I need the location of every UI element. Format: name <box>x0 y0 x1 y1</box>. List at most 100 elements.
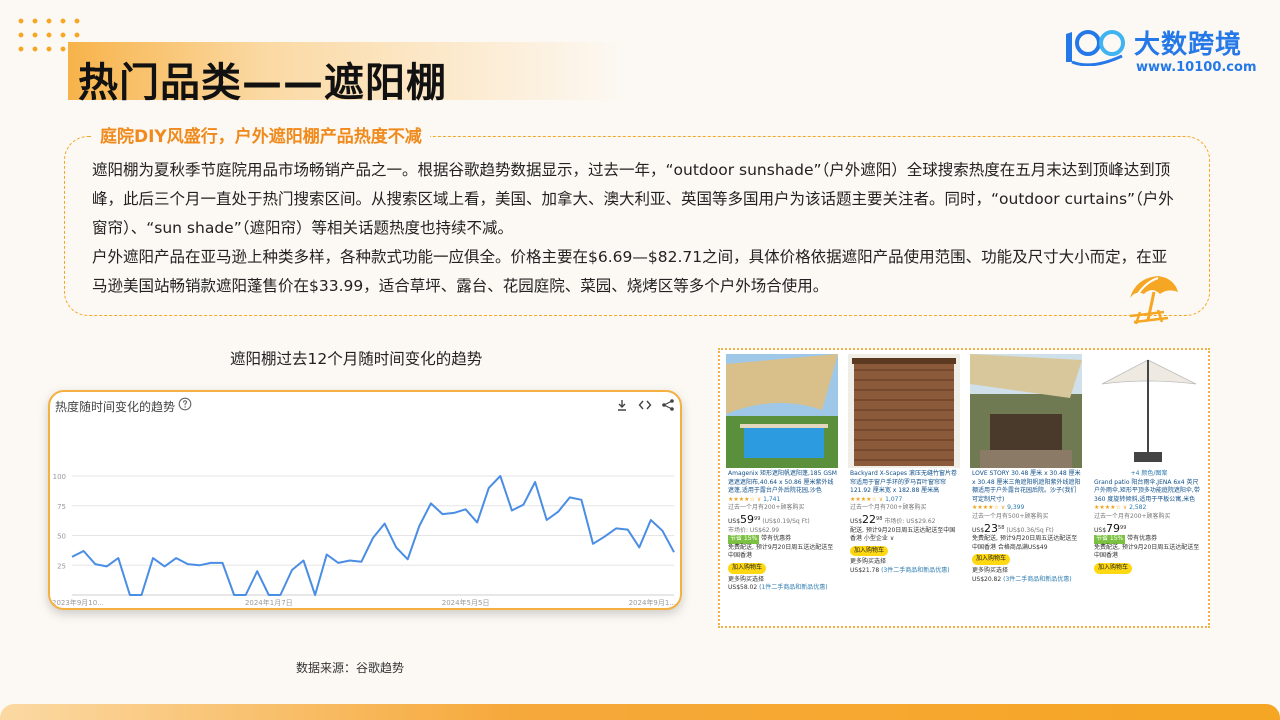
trend-point <box>499 475 501 477</box>
footer-bar <box>0 704 1280 720</box>
product-price: US$5999 (US$0.19/Sq Ft) <box>728 512 810 526</box>
trend-point <box>187 563 189 565</box>
product-card[interactable]: +4 颜色/图案 Grand patio 阳台雨伞,JENA 6x4 英尺户外雨… <box>1088 354 1206 626</box>
review-count[interactable]: 9,399 <box>1007 504 1024 511</box>
help-icon[interactable] <box>178 397 192 411</box>
trend-point <box>580 499 582 501</box>
product-title[interactable]: LOVE STORY 30.48 厘米 x 30.48 厘米 x 30.48 厘… <box>972 470 1082 504</box>
add-to-cart-button[interactable]: 加入购物车 <box>972 554 1011 565</box>
more-price: US$21.78 <box>850 566 880 574</box>
trend-point <box>638 546 640 548</box>
add-to-cart-button[interactable]: 加入购物车 <box>850 545 889 557</box>
deal-note: 带有优惠券 <box>761 535 792 543</box>
trend-point <box>418 525 420 527</box>
product-title[interactable]: Grand patio 阳台雨伞,JENA 6x4 英尺户外雨伞,矩形平顶多功能… <box>1094 479 1204 505</box>
logo-name: 大数跨境 <box>1134 30 1243 60</box>
embed-code-icon[interactable] <box>638 398 652 412</box>
product-image-patio-sail <box>970 354 1082 468</box>
trend-point <box>302 559 304 561</box>
trend-point <box>383 522 385 524</box>
add-to-cart-button[interactable]: 加入购物车 <box>728 562 767 574</box>
product-title[interactable]: Amagenix 矩形遮阳帆遮阳蓬,185 GSM 遮遮遮阳布,40.64 x … <box>728 470 838 496</box>
product-price: US$2358 (US$0.36/Sq Ft) <box>972 521 1054 535</box>
trend-point <box>221 562 223 564</box>
bought-info: 过去一个月有500+顾客购买 <box>972 512 1049 520</box>
bought-info: 过去一个月有200+顾客购买 <box>1094 512 1171 520</box>
trend-point <box>569 496 571 498</box>
trend-point <box>106 565 108 567</box>
brand-logo: 大数跨境 www.10100.com <box>1062 24 1262 80</box>
trend-point <box>441 513 443 515</box>
delivery-info: 免费配送, 预计9月20日周五送达配送至中国香港 <box>1094 543 1200 560</box>
data-source: 数据来源：谷歌趋势 <box>296 661 405 675</box>
rating-stars[interactable]: ★★★★☆ ∨ <box>1094 504 1127 511</box>
review-count[interactable]: 1,077 <box>885 496 902 503</box>
logo-url: www.10100.com <box>1136 60 1257 75</box>
share-icon[interactable] <box>661 398 675 412</box>
trend-chart: 25 50 75 100 2023年9月10... 2024年1月7日 2024年5月5日 2… <box>52 473 676 607</box>
trend-point <box>140 594 142 596</box>
trend-point <box>129 594 131 596</box>
product-card[interactable]: Backyard X-Scapes 滚压无缝竹窗片卷帘适用于窗户手环的罗马百叶窗… <box>844 354 962 626</box>
trend-point <box>476 521 478 523</box>
deal-badge: 节省 15% <box>728 535 760 544</box>
y-tick-label: 75 <box>57 503 66 511</box>
x-tick-label: 2024年5月5日 <box>442 598 490 607</box>
product-title[interactable]: Backyard X-Scapes 滚压无缝竹窗片卷帘适用于窗户手环的罗马百叶窗… <box>850 470 960 496</box>
trend-point <box>661 530 663 532</box>
review-count[interactable]: 1,741 <box>763 496 780 503</box>
product-image-sail-pool <box>726 354 838 468</box>
bought-info: 过去一个月有700+顾客购买 <box>850 504 927 512</box>
trend-point <box>615 527 617 529</box>
rating-stars[interactable]: ★★★★☆ ∨ <box>972 504 1005 511</box>
x-tick-label: 2023年9月10... <box>52 598 104 607</box>
trend-point <box>256 570 258 572</box>
trend-point <box>673 551 675 553</box>
info-heading: 庭院DIY风盛行，户外遮阳棚产品热度不减 <box>92 122 430 147</box>
trend-point <box>534 481 536 483</box>
page-title: 热门品类——遮阳棚 <box>78 60 447 106</box>
rating-stars[interactable]: ★★★★☆ ∨ <box>728 496 761 503</box>
trend-point <box>603 535 605 537</box>
product-card[interactable]: Amagenix 矩形遮阳帆遮阳蓬,185 GSM 遮遮遮阳布,40.64 x … <box>722 354 840 626</box>
trend-point <box>453 512 455 514</box>
chart-caption: 遮阳棚过去12个月随时间变化的趋势 <box>230 350 483 368</box>
more-buying-options[interactable]: 更多购买选择 <box>972 567 1082 576</box>
more-offers-link[interactable]: (3件二手商品和新品优惠) <box>881 567 950 574</box>
bought-info: 过去一个月有200+顾客购买 <box>728 504 805 512</box>
chart-title: 热度随时间变化的趋势 <box>55 400 176 414</box>
delivery-info: 免费配送, 预计9月20日周五送达配送至中国香港 <box>728 543 834 560</box>
more-buying-options[interactable]: 更多购买选择 <box>850 558 960 567</box>
product-info: Amagenix 矩形遮阳帆遮阳蓬,185 GSM 遮遮遮阳布,40.64 x … <box>728 470 838 593</box>
more-offers-link[interactable]: (3件二手商品和新品优惠) <box>1003 576 1072 583</box>
trend-point <box>210 562 212 564</box>
trend-point <box>163 565 165 567</box>
deal-note: 带有优惠券 <box>1127 535 1158 543</box>
trend-point <box>244 594 246 596</box>
trend-point <box>198 564 200 566</box>
x-tick-label: 2024年1月7日 <box>245 598 293 607</box>
add-to-cart-button[interactable]: 加入购物车 <box>1094 562 1133 574</box>
product-card[interactable]: LOVE STORY 30.48 厘米 x 30.48 厘米 x 30.48 厘… <box>966 354 1084 626</box>
trend-point <box>626 528 628 530</box>
variant-link[interactable]: +4 颜色/图案 <box>1094 470 1204 479</box>
more-price: US$20.82 <box>972 575 1002 583</box>
trend-point <box>650 519 652 521</box>
trend-point <box>464 508 466 510</box>
deal-badge: 节省 15% <box>1094 535 1126 544</box>
trend-point <box>545 519 547 521</box>
more-buying-options[interactable]: 更多购买选择 <box>728 576 838 585</box>
product-image-patio-umbrella <box>1092 354 1204 468</box>
trend-point <box>522 503 524 505</box>
trend-point <box>175 557 177 559</box>
product-price: US$7999 <box>1094 521 1127 535</box>
review-count[interactable]: 2,582 <box>1129 504 1146 511</box>
product-info: LOVE STORY 30.48 厘米 x 30.48 厘米 x 30.48 厘… <box>972 470 1082 584</box>
product-image-bamboo-blind <box>848 354 960 468</box>
trend-point <box>314 594 316 596</box>
rating-stars[interactable]: ★★★★☆ ∨ <box>850 496 883 503</box>
trend-point <box>372 537 374 539</box>
download-icon[interactable] <box>615 398 629 412</box>
y-tick-label: 50 <box>57 533 66 541</box>
more-offers-link[interactable]: (1件二手商品和新品优惠) <box>759 584 828 591</box>
